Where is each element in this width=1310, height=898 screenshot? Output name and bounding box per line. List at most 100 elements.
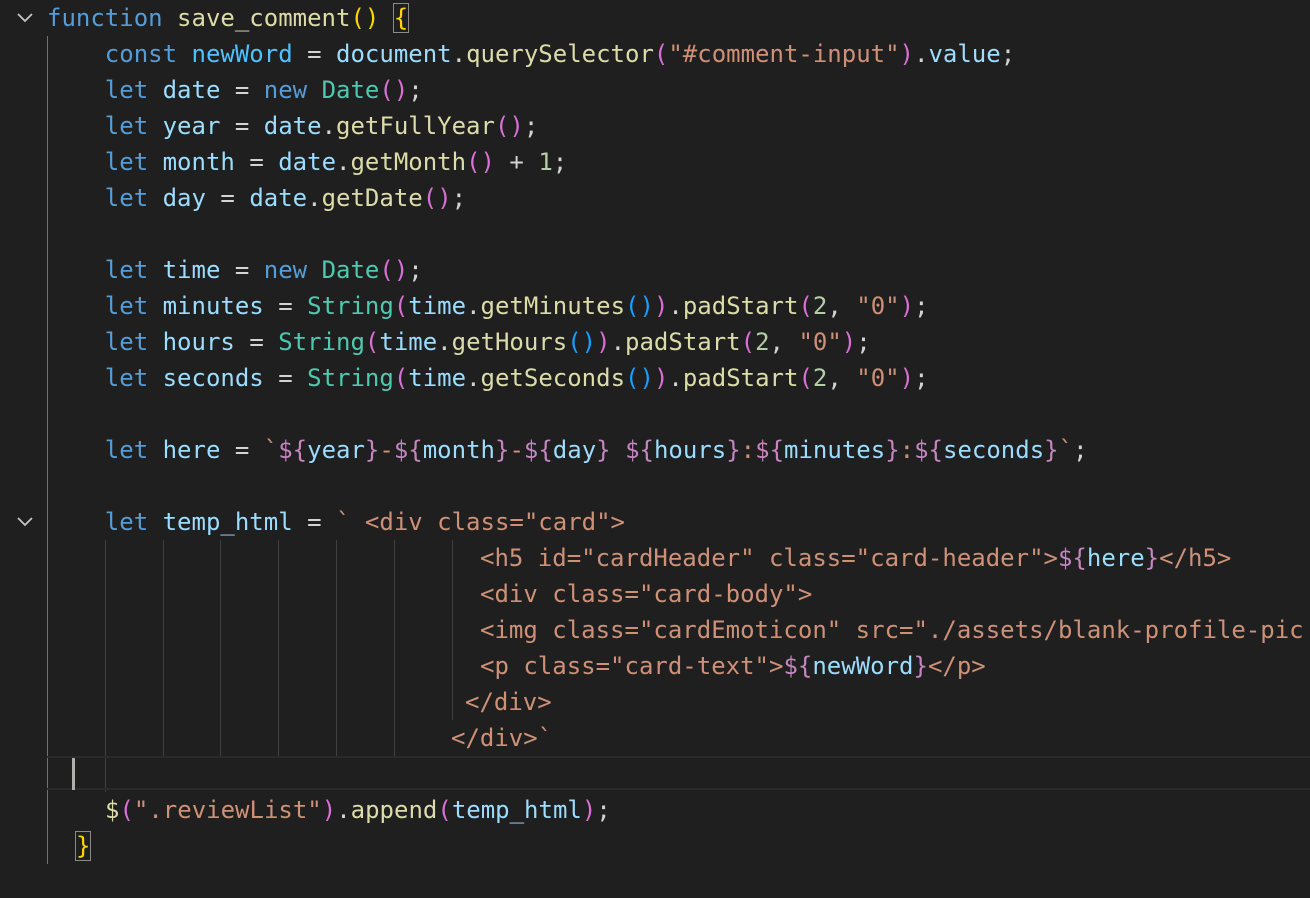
code-line[interactable]: let hours = String(time.getHours()).padS… bbox=[47, 324, 871, 360]
bracket: ) bbox=[509, 112, 524, 140]
code-line[interactable]: </div>` bbox=[451, 720, 552, 756]
class-name: String bbox=[307, 364, 394, 392]
variable: year bbox=[307, 436, 365, 464]
keyword: let bbox=[104, 508, 149, 536]
string: "0" bbox=[856, 292, 900, 320]
punctuation: , bbox=[769, 328, 784, 356]
method-name: getMonth bbox=[350, 148, 467, 176]
template-open: ${ bbox=[914, 436, 943, 464]
class-name: String bbox=[307, 292, 394, 320]
function-name: save_comment bbox=[177, 4, 351, 32]
property: value bbox=[928, 40, 1001, 68]
string: ` <div class="card"> bbox=[336, 508, 625, 536]
string: </h5> bbox=[1159, 544, 1232, 572]
bracket: ( bbox=[350, 4, 365, 32]
code-line[interactable]: let temp_html = ` <div class="card"> bbox=[47, 504, 625, 540]
keyword: let bbox=[104, 184, 149, 212]
operator: = bbox=[307, 40, 322, 68]
keyword: let bbox=[104, 76, 149, 104]
code-line[interactable]: <h5 id="cardHeader" class="card-header">… bbox=[480, 540, 1231, 576]
method-name: padStart bbox=[682, 292, 799, 320]
bracket: ) bbox=[581, 328, 597, 356]
code-line[interactable]: let date = new Date(); bbox=[47, 72, 423, 108]
variable: month bbox=[162, 148, 235, 176]
keyword: new bbox=[263, 76, 308, 104]
punctuation: ; bbox=[856, 328, 871, 356]
class-name: Date bbox=[321, 76, 380, 104]
punctuation: , bbox=[827, 364, 842, 392]
bracket: ) bbox=[639, 292, 654, 320]
variable: day bbox=[162, 184, 206, 212]
code-line[interactable]: let here = `${year}-${month}-${day} ${ho… bbox=[47, 432, 1088, 468]
method-name: getSeconds bbox=[480, 364, 626, 392]
method-name: getDate bbox=[321, 184, 423, 212]
punctuation: ; bbox=[408, 256, 423, 284]
bracket: ( bbox=[494, 112, 510, 140]
variable: newWord bbox=[191, 40, 293, 68]
bracket: ) bbox=[393, 76, 409, 104]
code-line[interactable]: let minutes = String(time.getMinutes()).… bbox=[47, 288, 929, 324]
code-line[interactable]: let time = new Date(); bbox=[47, 252, 423, 288]
chevron-down-icon[interactable] bbox=[14, 511, 36, 533]
punctuation: ; bbox=[451, 184, 467, 212]
code-line[interactable]: <img class="cardEmoticon" src="./assets/… bbox=[480, 612, 1304, 648]
indent-guide bbox=[163, 540, 164, 756]
bracket: ( bbox=[393, 292, 409, 320]
operator: . bbox=[451, 40, 467, 68]
operator: = bbox=[234, 76, 250, 104]
code-line[interactable]: let day = date.getDate(); bbox=[47, 180, 466, 216]
variable: hours bbox=[653, 436, 727, 464]
code-line[interactable]: <div class="card-body"> bbox=[480, 576, 812, 612]
template-close: } bbox=[1044, 436, 1059, 464]
string: "#comment-input" bbox=[668, 40, 900, 68]
bracket: ( bbox=[625, 292, 640, 320]
code-editor[interactable]: function save_comment() { const newWord … bbox=[0, 0, 1310, 898]
punctuation: ; bbox=[596, 796, 611, 824]
variable: here bbox=[162, 436, 221, 464]
code-line[interactable]: </div> bbox=[465, 684, 552, 720]
variable: seconds bbox=[943, 436, 1045, 464]
method-name: padStart bbox=[625, 328, 741, 356]
variable: date bbox=[278, 148, 337, 176]
code-line[interactable]: let month = date.getMonth() + 1; bbox=[47, 144, 567, 180]
bracket: ) bbox=[899, 40, 914, 68]
code-line[interactable]: $(".reviewList").append(temp_html); bbox=[105, 792, 611, 828]
bracket: ( bbox=[466, 148, 481, 176]
operator: = bbox=[234, 436, 250, 464]
indent-guide bbox=[394, 540, 395, 756]
bracket: } bbox=[74, 831, 92, 861]
code-line[interactable]: const newWord = document.querySelector("… bbox=[47, 36, 1015, 72]
punctuation: ; bbox=[1073, 436, 1088, 464]
code-line[interactable]: function save_comment() { bbox=[47, 0, 410, 36]
bracket: ) bbox=[653, 364, 669, 392]
code-line[interactable]: let year = date.getFullYear(); bbox=[47, 108, 539, 144]
bracket: ) bbox=[639, 364, 654, 392]
chevron-down-icon[interactable] bbox=[14, 7, 36, 29]
bracket: ) bbox=[393, 256, 409, 284]
variable: here bbox=[1086, 544, 1145, 572]
code-line[interactable]: } bbox=[74, 828, 92, 864]
class-name: Date bbox=[321, 256, 380, 284]
bracket: ) bbox=[841, 328, 857, 356]
variable: time bbox=[408, 292, 467, 320]
operator: . bbox=[437, 328, 452, 356]
code-line[interactable]: let seconds = String(time.getSeconds()).… bbox=[47, 360, 929, 396]
code-line[interactable]: <p class="card-text">${newWord}</p> bbox=[480, 648, 986, 684]
variable: minutes bbox=[784, 436, 886, 464]
string: ".reviewList" bbox=[133, 796, 322, 824]
template-quote: ` bbox=[263, 436, 279, 464]
variable: date bbox=[249, 184, 308, 212]
punctuation: ; bbox=[552, 148, 568, 176]
method-name: getMinutes bbox=[480, 292, 626, 320]
bracket: { bbox=[392, 3, 410, 33]
bracket: ( bbox=[379, 256, 394, 284]
punctuation: ; bbox=[914, 292, 929, 320]
function-name: $ bbox=[105, 796, 120, 824]
bracket: ) bbox=[899, 364, 915, 392]
bracket: ) bbox=[653, 292, 669, 320]
string: <h5 id="cardHeader" class="card-header"> bbox=[480, 544, 1058, 572]
template-close: } bbox=[364, 436, 380, 464]
number: 1 bbox=[538, 148, 553, 176]
bracket: ) bbox=[321, 796, 337, 824]
string: : bbox=[740, 436, 756, 464]
